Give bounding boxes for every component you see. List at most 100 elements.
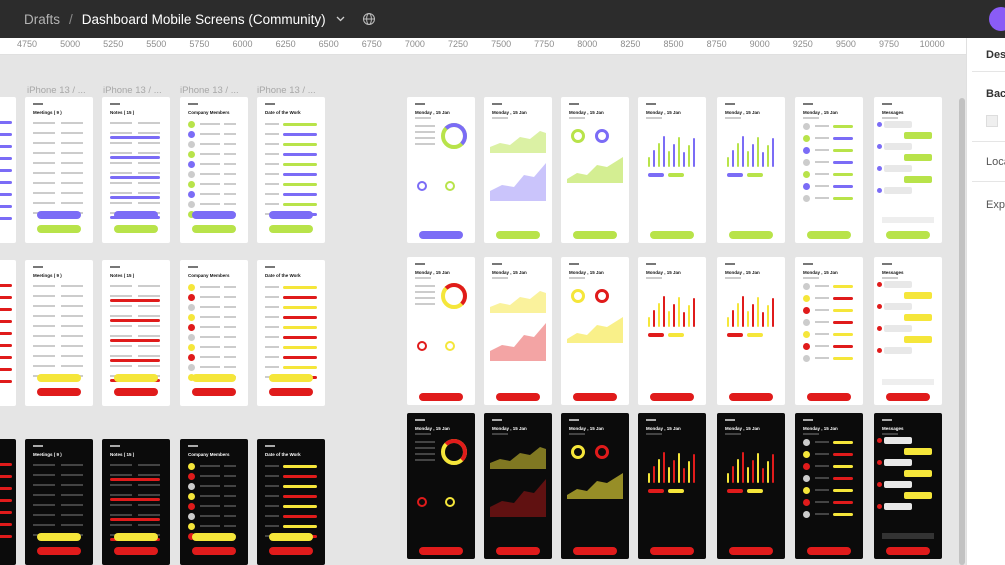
mobile-screen[interactable]: Monday , 15 Jan xyxy=(484,257,552,405)
action-button[interactable] xyxy=(650,547,694,555)
mobile-screen[interactable]: Company Members xyxy=(180,439,248,565)
mobile-screen[interactable]: Company Members xyxy=(180,260,248,406)
secondary-button[interactable] xyxy=(37,225,81,233)
mobile-screen[interactable]: Monday , 15 Jan xyxy=(407,97,475,243)
secondary-button[interactable] xyxy=(114,547,158,555)
action-button[interactable] xyxy=(496,231,540,239)
avatar[interactable] xyxy=(989,7,1005,31)
mobile-screen[interactable]: Company Members xyxy=(180,97,248,243)
primary-button[interactable] xyxy=(114,533,158,541)
screen-title: Monday , 15 Jan xyxy=(725,270,760,275)
secondary-button[interactable] xyxy=(269,388,313,396)
mobile-screen[interactable]: Messages xyxy=(874,413,942,559)
mobile-screen[interactable]: Messages xyxy=(874,97,942,243)
message-input[interactable] xyxy=(882,217,934,223)
action-button[interactable] xyxy=(573,547,617,555)
secondary-button[interactable] xyxy=(37,547,81,555)
mobile-screen[interactable]: Meetings ( 9 ) xyxy=(25,439,93,565)
mobile-screen[interactable]: Monday , 15 Jan xyxy=(484,413,552,559)
action-button[interactable] xyxy=(886,547,930,555)
action-button[interactable] xyxy=(729,547,773,555)
mobile-screen[interactable] xyxy=(0,260,16,406)
mobile-screen[interactable]: Meetings ( 9 ) xyxy=(25,97,93,243)
member-avatar xyxy=(188,523,195,530)
secondary-button[interactable] xyxy=(269,225,313,233)
section-local-styles[interactable]: Loca xyxy=(986,156,1005,168)
mobile-screen[interactable]: Monday , 15 Jan xyxy=(561,413,629,559)
primary-button[interactable] xyxy=(37,533,81,541)
mobile-screen[interactable]: Notes ( 15 ) xyxy=(102,97,170,243)
primary-button[interactable] xyxy=(37,211,81,219)
mobile-screen[interactable]: Monday , 15 Jan xyxy=(795,413,863,559)
text-line xyxy=(110,152,132,154)
mobile-screen[interactable]: Date of the Work xyxy=(257,97,325,243)
action-button[interactable] xyxy=(573,231,617,239)
action-button[interactable] xyxy=(419,547,463,555)
action-button[interactable] xyxy=(650,231,694,239)
mobile-screen[interactable]: Monday , 15 Jan xyxy=(638,413,706,559)
action-button[interactable] xyxy=(496,393,540,401)
action-button[interactable] xyxy=(729,231,773,239)
mobile-screen[interactable]: Monday , 15 Jan xyxy=(795,257,863,405)
action-button[interactable] xyxy=(807,393,851,401)
mobile-screen[interactable]: Date of the Work xyxy=(257,439,325,565)
mobile-screen[interactable]: Monday , 15 Jan xyxy=(407,257,475,405)
secondary-button[interactable] xyxy=(114,225,158,233)
message-input[interactable] xyxy=(882,533,934,539)
mobile-screen[interactable]: Monday , 15 Jan xyxy=(484,97,552,243)
primary-button[interactable] xyxy=(37,374,81,382)
primary-button[interactable] xyxy=(269,374,313,382)
mobile-screen[interactable]: Date of the Work xyxy=(257,260,325,406)
mobile-screen[interactable]: Monday , 15 Jan xyxy=(407,413,475,559)
mobile-screen[interactable]: Notes ( 15 ) xyxy=(102,260,170,406)
mobile-screen[interactable]: Monday , 15 Jan xyxy=(795,97,863,243)
action-button[interactable] xyxy=(729,393,773,401)
mobile-screen[interactable]: Monday , 15 Jan xyxy=(717,257,785,405)
background-color-swatch[interactable] xyxy=(986,115,998,127)
mobile-screen[interactable]: Monday , 15 Jan xyxy=(717,97,785,243)
mobile-screen[interactable]: Monday , 15 Jan xyxy=(717,413,785,559)
mobile-screen[interactable]: Monday , 15 Jan xyxy=(561,97,629,243)
section-background[interactable]: Back xyxy=(986,88,1005,100)
action-button[interactable] xyxy=(573,393,617,401)
chevron-down-icon[interactable] xyxy=(336,14,346,24)
mobile-screen[interactable]: Monday , 15 Jan xyxy=(638,97,706,243)
secondary-button[interactable] xyxy=(192,388,236,396)
mobile-screen[interactable] xyxy=(0,97,16,243)
primary-button[interactable] xyxy=(192,211,236,219)
action-button[interactable] xyxy=(886,393,930,401)
mobile-screen[interactable]: Monday , 15 Jan xyxy=(638,257,706,405)
mobile-screen[interactable]: Meetings ( 9 ) xyxy=(25,260,93,406)
member-avatar xyxy=(803,319,810,326)
breadcrumb-drafts[interactable]: Drafts xyxy=(24,12,60,27)
section-export[interactable]: Expo xyxy=(986,199,1005,211)
mobile-screen[interactable] xyxy=(0,439,16,565)
primary-button[interactable] xyxy=(192,533,236,541)
mobile-screen[interactable]: Monday , 15 Jan xyxy=(561,257,629,405)
message-input[interactable] xyxy=(882,379,934,385)
design-canvas[interactable]: iPhone 13 / ... iPhone 13 / ... iPhone 13 … xyxy=(0,55,966,565)
primary-button[interactable] xyxy=(269,533,313,541)
primary-button[interactable] xyxy=(192,374,236,382)
file-name[interactable]: Dashboard Mobile Screens (Community) xyxy=(82,12,326,27)
vertical-scrollbar[interactable] xyxy=(959,98,965,565)
action-button[interactable] xyxy=(650,393,694,401)
primary-button[interactable] xyxy=(269,211,313,219)
secondary-button[interactable] xyxy=(192,225,236,233)
action-button[interactable] xyxy=(419,231,463,239)
mobile-screen[interactable]: Notes ( 15 ) xyxy=(102,439,170,565)
secondary-button[interactable] xyxy=(269,547,313,555)
tab-design[interactable]: Desi xyxy=(986,49,1005,61)
secondary-button[interactable] xyxy=(37,388,81,396)
secondary-button[interactable] xyxy=(114,388,158,396)
action-button[interactable] xyxy=(807,547,851,555)
secondary-button[interactable] xyxy=(192,547,236,555)
action-button[interactable] xyxy=(419,393,463,401)
action-button[interactable] xyxy=(886,231,930,239)
globe-icon[interactable] xyxy=(362,12,376,26)
action-button[interactable] xyxy=(496,547,540,555)
action-button[interactable] xyxy=(807,231,851,239)
primary-button[interactable] xyxy=(114,374,158,382)
primary-button[interactable] xyxy=(114,211,158,219)
mobile-screen[interactable]: Messages xyxy=(874,257,942,405)
